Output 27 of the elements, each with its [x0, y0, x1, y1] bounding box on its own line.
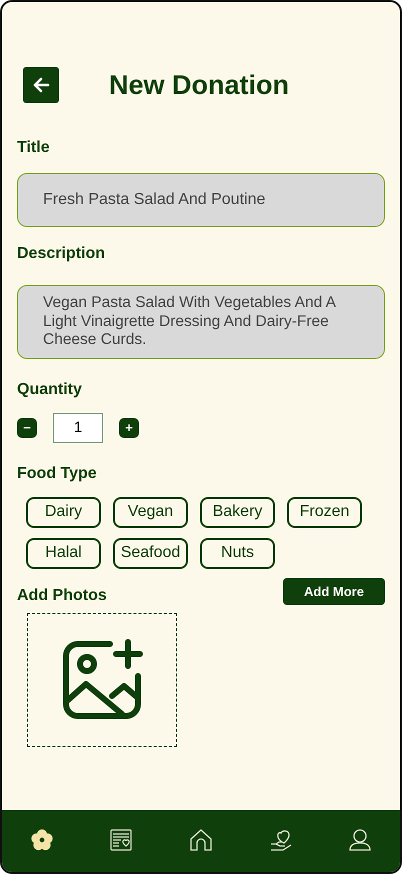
- food-type-tag[interactable]: Dairy: [26, 496, 101, 528]
- field-label: Quantity: [17, 380, 82, 399]
- increase-button[interactable]: +: [119, 418, 139, 438]
- flower-tab[interactable]: [28, 827, 55, 853]
- field-label: Add Photos: [17, 586, 107, 605]
- listing-tab[interactable]: [108, 827, 134, 853]
- home-tab[interactable]: [188, 827, 214, 853]
- field-label: Title: [17, 139, 50, 157]
- field-label: Food Type: [17, 464, 97, 483]
- profile-tab[interactable]: [347, 827, 374, 853]
- food-type-tag[interactable]: Vegan: [113, 496, 188, 528]
- decrease-button[interactable]: −: [17, 418, 37, 438]
- photo-drop-area[interactable]: [27, 612, 177, 747]
- quantity-field[interactable]: 1: [53, 412, 103, 443]
- back-button[interactable]: [23, 67, 59, 103]
- add-more-button[interactable]: Add More: [283, 578, 385, 605]
- add-image-icon: [60, 638, 144, 722]
- food-type-tag[interactable]: Bakery: [200, 496, 275, 528]
- food-type-tag[interactable]: Halal: [26, 538, 101, 569]
- title-field[interactable]: Fresh Pasta Salad And Poutine: [17, 173, 385, 227]
- field-label: Description: [17, 245, 106, 263]
- food-type-tag[interactable]: Frozen: [287, 496, 362, 528]
- description-field[interactable]: Vegan Pasta Salad With Vegetables And A Light Vinaigrette Dressing And Dairy-Free Cheese Curds.: [17, 285, 385, 359]
- food-type-tag[interactable]: Seafood: [113, 538, 188, 569]
- arrow-left-icon: [32, 77, 50, 93]
- page-title: New Donation: [109, 70, 289, 100]
- food-type-tag[interactable]: Nuts: [200, 538, 275, 569]
